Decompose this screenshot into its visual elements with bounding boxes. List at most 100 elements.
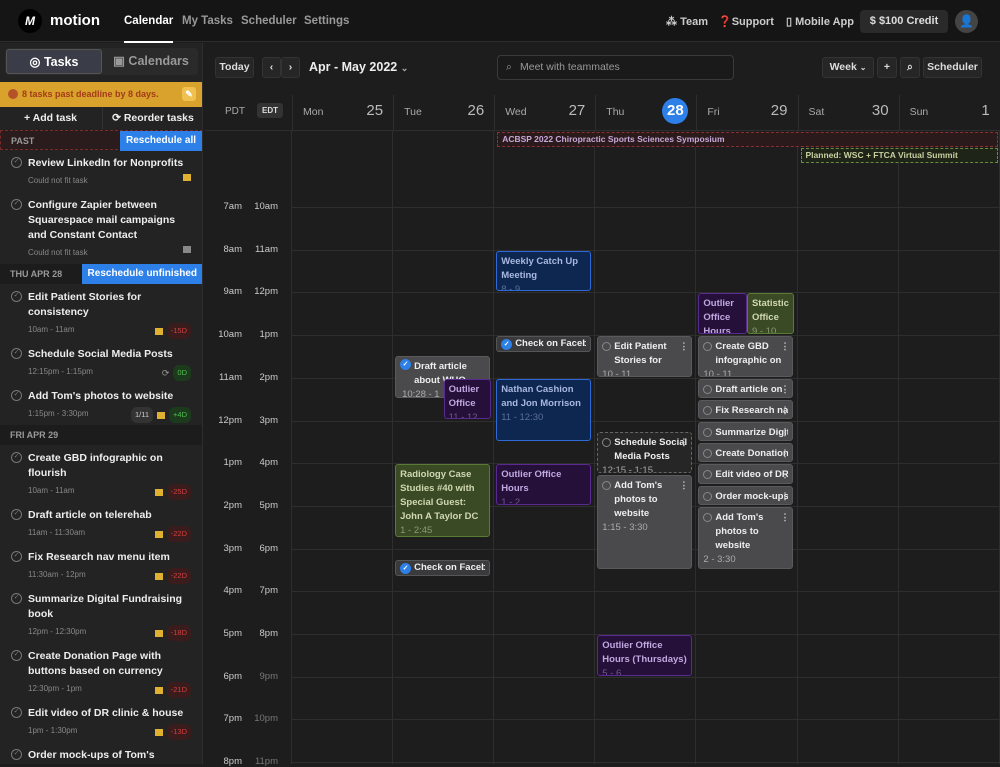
task-list-item[interactable]: ✓ Edit Patient Stories for consistency 10a… xyxy=(0,284,202,341)
task-circle-icon[interactable] xyxy=(602,480,612,490)
search-input[interactable]: ⌕ Meet with teammates xyxy=(497,55,734,80)
task-circle-icon[interactable] xyxy=(703,491,713,501)
complete-checkbox-icon[interactable]: ✓ xyxy=(11,551,22,562)
more-options-icon[interactable]: ⋮ xyxy=(780,382,789,396)
calendar-event[interactable]: ⋮ Edit Patient Stories for 10 - 11 xyxy=(597,336,693,377)
calendar-event[interactable]: Outlier Office 11 - 12 xyxy=(443,378,492,420)
view-select[interactable]: Week ⌄ xyxy=(822,57,874,78)
task-list-item[interactable]: ✓ Configure Zapier between Squarespace ma… xyxy=(0,192,202,264)
nav-my-tasks[interactable]: My Tasks xyxy=(182,15,233,27)
more-options-icon[interactable]: ⋮ xyxy=(679,339,688,353)
task-list-item[interactable]: ✓ Add Tom's photos to website 1:15pm - 3:3… xyxy=(0,383,202,425)
complete-checkbox-icon[interactable]: ✓ xyxy=(11,390,22,401)
today-button[interactable]: Today xyxy=(215,57,254,78)
calendar-event[interactable]: ⋮ Schedule Social Media Posts 12:15 - 1:15 xyxy=(597,432,693,473)
complete-checkbox-icon[interactable]: ✓ xyxy=(11,593,22,604)
day-header[interactable]: Mon 25 xyxy=(292,95,393,130)
nav-scheduler[interactable]: Scheduler xyxy=(241,15,297,27)
complete-checkbox-icon[interactable]: ✓ xyxy=(11,291,22,302)
nav-settings[interactable]: Settings xyxy=(304,15,349,27)
complete-checkbox-icon[interactable]: ✓ xyxy=(11,157,22,168)
nav-calendar[interactable]: Calendar xyxy=(124,15,174,43)
task-list-item[interactable]: ✓ Fix Research nav menu item 11:30am - 12p… xyxy=(0,544,202,586)
calendar-event[interactable]: ✓ Check on Faceb xyxy=(395,560,491,577)
task-list-item[interactable]: ✓ Create GBD infographic on flourish 10am … xyxy=(0,445,202,502)
task-circle-icon[interactable] xyxy=(602,438,612,448)
search-button[interactable]: ⌕ xyxy=(900,57,920,78)
task-circle-icon[interactable] xyxy=(703,384,713,394)
calendar-event[interactable]: ⋮ Order mock-ups xyxy=(698,485,794,505)
complete-checkbox-icon[interactable]: ✓ xyxy=(11,199,22,210)
more-options-icon[interactable]: ⋮ xyxy=(780,510,789,524)
complete-checkbox-icon[interactable]: ✓ xyxy=(11,749,22,760)
day-header[interactable]: Tue 26 xyxy=(393,95,494,130)
calendar-event[interactable]: ⋮ Create Donation xyxy=(698,442,794,463)
add-event-button[interactable]: + xyxy=(877,57,897,78)
more-options-icon[interactable]: ⋮ xyxy=(780,425,789,439)
calendar-event[interactable]: Nathan Cashion and Jon Morrison 11 - 12:3… xyxy=(496,378,592,441)
calendar-event[interactable]: ⋮Summarize Digital xyxy=(698,421,794,441)
task-list-item[interactable]: ✓ Review LinkedIn for Nonprofits Could not… xyxy=(0,150,202,192)
day-header[interactable]: Wed 27 xyxy=(494,95,595,130)
task-list-item[interactable]: ✓ Summarize Digital Fundraising book 12pm … xyxy=(0,586,202,643)
credit-button[interactable]: $ $100 Credit xyxy=(860,10,948,33)
task-circle-icon[interactable] xyxy=(602,342,612,352)
complete-checkbox-icon[interactable]: ✓ xyxy=(11,348,22,359)
task-circle-icon[interactable] xyxy=(703,342,713,352)
task-circle-icon[interactable] xyxy=(703,448,713,458)
day-header[interactable]: Thu 28 xyxy=(595,95,696,130)
more-options-icon[interactable]: ⋮ xyxy=(679,435,688,449)
scheduler-button[interactable]: Scheduler xyxy=(923,57,982,78)
more-options-icon[interactable]: ⋮ xyxy=(780,467,789,481)
task-circle-icon[interactable] xyxy=(703,512,713,522)
task-list-item[interactable]: ✓ Create Donation Page with buttons based… xyxy=(0,643,202,700)
more-options-icon[interactable]: ⋮ xyxy=(780,489,789,503)
calendar-event[interactable]: ⋮ Draft article on xyxy=(698,378,794,399)
calendar-event[interactable]: Outlier Office Hours 1 - 2 xyxy=(496,464,592,505)
calendar-event[interactable]: ⋮ Add Tom's photos to website 1:15 - 3:30 xyxy=(597,474,693,569)
calendar-event[interactable]: Outlier Office Hours (Thursdays) 5 - 6 xyxy=(597,635,693,676)
reschedule-all-button[interactable]: Reschedule all xyxy=(119,131,202,151)
more-options-icon[interactable]: ⋮ xyxy=(780,403,789,417)
complete-checkbox-icon[interactable]: ✓ xyxy=(11,650,22,661)
calendar-event[interactable]: ⋮ Create GBD infographic on 10 - 11 xyxy=(698,336,794,377)
task-circle-icon[interactable] xyxy=(703,427,713,437)
all-day-event[interactable]: Planned: WSC + FTCA Virtual Summit xyxy=(800,148,998,163)
timezone-secondary[interactable]: EDT xyxy=(257,103,283,118)
task-list-item[interactable]: ✓ Order mock-ups of Tom's xyxy=(0,742,202,764)
calendar-event[interactable]: Weekly Catch Up Meeting 8 - 9 xyxy=(496,250,592,292)
calendar-event[interactable]: Statistic Office 9 - 10 xyxy=(746,293,795,335)
calendar-event[interactable]: ⋮ Edit video of DR xyxy=(698,464,794,484)
motion-logo-icon[interactable]: M xyxy=(18,9,42,33)
all-day-event[interactable]: ACBSP 2022 Chiropractic Sports Sciences … xyxy=(497,132,998,147)
avatar[interactable]: 👤 xyxy=(955,10,978,33)
reschedule-unfinished-button[interactable]: Reschedule unfinished xyxy=(81,264,202,284)
calendar-event[interactable]: ⋮ Fix Research nav xyxy=(698,400,794,420)
complete-checkbox-icon[interactable]: ✓ xyxy=(11,509,22,520)
complete-checkbox-icon[interactable]: ✓ xyxy=(11,452,22,463)
more-options-icon[interactable]: ⋮ xyxy=(679,478,688,492)
reorder-tasks-button[interactable]: ⟳ Reorder tasks xyxy=(102,107,202,129)
calendar-event[interactable]: ⋮ Add Tom's photos to website 2 - 3:30 xyxy=(698,506,794,569)
tab-tasks[interactable]: ◎ Tasks xyxy=(6,49,102,74)
prev-week-button[interactable]: ‹ xyxy=(262,57,281,78)
date-range-dropdown[interactable]: Apr - May 2022 ⌄ xyxy=(309,60,408,74)
calendar-event[interactable]: ✓ Check on Faceb xyxy=(496,336,592,353)
task-circle-icon[interactable] xyxy=(703,406,713,416)
support-link[interactable]: ❓Support xyxy=(718,15,774,28)
day-header[interactable]: Sat 30 xyxy=(797,95,899,130)
day-header[interactable]: Fri 29 xyxy=(696,95,797,130)
tab-calendars[interactable]: ▣ Calendars xyxy=(105,49,197,74)
task-list-item[interactable]: ✓ Schedule Social Media Posts 12:15pm - 1:… xyxy=(0,341,202,383)
task-list-item[interactable]: ✓ Edit video of DR clinic & house 1pm - 1:… xyxy=(0,700,202,742)
edit-pencil-icon[interactable]: ✎ xyxy=(182,87,196,101)
calendar-event[interactable]: Outlier Office Hours (Fri9 - 10 xyxy=(698,293,747,335)
more-options-icon[interactable]: ⋮ xyxy=(780,339,789,353)
next-week-button[interactable]: › xyxy=(281,57,300,78)
day-header[interactable]: Sun 1 xyxy=(898,95,1000,130)
team-link[interactable]: ⁂ Team xyxy=(666,15,708,28)
calendar-event[interactable]: Radiology Case Studies #40 with Special … xyxy=(395,464,491,537)
add-task-button[interactable]: + Add task xyxy=(0,107,101,129)
mobile-app-link[interactable]: ▯ Mobile App xyxy=(786,15,854,28)
task-circle-icon[interactable] xyxy=(703,470,713,480)
